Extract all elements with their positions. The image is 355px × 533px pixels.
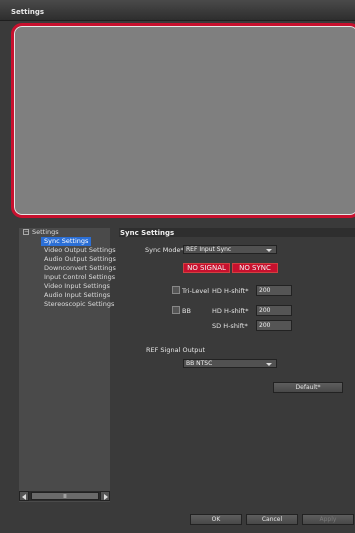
- settings-tree: − Settings Sync Settings Video Output Set…: [19, 228, 116, 502]
- ref-signal-output-label: REF Signal Output: [146, 346, 206, 354]
- scroll-right-button[interactable]: [100, 491, 110, 501]
- sd-hshift-input[interactable]: 200: [256, 320, 292, 331]
- window-titlebar: Settings: [0, 0, 355, 21]
- bb-label: BB: [182, 307, 191, 315]
- hd-hshift-2-input[interactable]: 200: [256, 305, 292, 316]
- apply-button[interactable]: Apply: [302, 514, 354, 525]
- sync-mode-value: REF Input Sync: [186, 246, 232, 253]
- sync-mode-label: Sync Mode*: [145, 246, 184, 254]
- sync-mode-dropdown[interactable]: REF Input Sync: [183, 245, 277, 254]
- tree-root-label: Settings: [32, 228, 59, 236]
- hd-hshift-1-label: HD H-shift*: [212, 287, 249, 295]
- tree-item-video-output-settings[interactable]: Video Output Settings: [44, 246, 116, 255]
- chevron-down-icon: [266, 363, 272, 366]
- tree-item-audio-output-settings[interactable]: Audio Output Settings: [44, 255, 116, 264]
- tree-item-sync-settings[interactable]: Sync Settings: [41, 237, 92, 246]
- no-sync-indicator: NO SYNC: [232, 263, 278, 273]
- hd-hshift-1-input[interactable]: 200: [256, 285, 292, 296]
- tree-horizontal-scrollbar[interactable]: Ⅲ: [19, 491, 110, 501]
- panel-title: Sync Settings: [120, 229, 175, 237]
- bb-checkbox[interactable]: [172, 306, 180, 314]
- ok-button[interactable]: OK: [190, 514, 242, 525]
- no-signal-indicator: NO SIGNAL: [183, 263, 230, 273]
- window-title: Settings: [11, 8, 45, 16]
- cancel-button[interactable]: Cancel: [246, 514, 298, 525]
- panel-header: Sync Settings: [119, 228, 355, 237]
- preview-area: [11, 23, 355, 218]
- scroll-grip-icon: Ⅲ: [63, 494, 67, 500]
- ref-signal-output-dropdown[interactable]: BB NTSC: [183, 359, 277, 368]
- tree-item-video-input-settings[interactable]: Video Input Settings: [44, 282, 110, 291]
- collapse-icon[interactable]: −: [23, 229, 29, 235]
- default-button[interactable]: Default*: [273, 382, 343, 393]
- sd-hshift-label: SD H-shift*: [212, 322, 248, 330]
- arrow-left-icon: [22, 494, 26, 500]
- hd-hshift-2-label: HD H-shift*: [212, 307, 249, 315]
- chevron-down-icon: [266, 249, 272, 252]
- tri-level-checkbox[interactable]: [172, 286, 180, 294]
- tri-level-label: Tri-Level: [182, 287, 209, 295]
- tree-item-downconvert-settings[interactable]: Downconvert Settings: [44, 264, 116, 273]
- tree-item-audio-input-settings[interactable]: Audio Input Settings: [44, 291, 110, 300]
- scroll-thumb[interactable]: Ⅲ: [31, 492, 99, 500]
- tree-item-stereoscopic-settings[interactable]: Stereoscopic Settings: [44, 300, 114, 309]
- tree-root[interactable]: − Settings: [23, 228, 59, 237]
- scroll-left-button[interactable]: [19, 491, 29, 501]
- tree-item-input-control-settings[interactable]: Input Control Settings: [44, 273, 115, 282]
- arrow-right-icon: [104, 494, 108, 500]
- ref-signal-output-value: BB NTSC: [186, 360, 213, 367]
